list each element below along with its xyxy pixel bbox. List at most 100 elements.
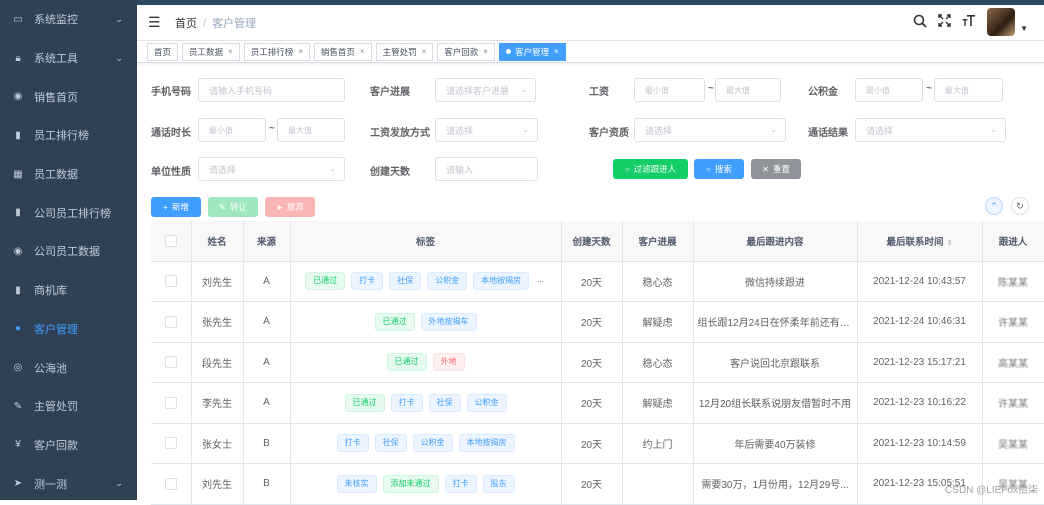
breadcrumb-home[interactable]: 首页 bbox=[175, 18, 197, 30]
phone-input[interactable]: 请输入手机号码 bbox=[198, 78, 345, 102]
chevron-down-icon: ⌄ bbox=[520, 85, 527, 94]
row-checkbox[interactable] bbox=[165, 478, 177, 490]
table-row[interactable]: 刘先生B未核实添加未通过打卡股东20天需要30万，1月份用，12月29号...2… bbox=[151, 464, 1044, 505]
salary-max-input[interactable]: 最大值 bbox=[715, 78, 781, 102]
sidebar-item-6[interactable]: ◉公司员工数据 bbox=[0, 232, 137, 271]
table-row[interactable]: 张先生A已通过外地按揭车20天解疑虑组长跟12月24日在怀柔年前还有资...20… bbox=[151, 302, 1044, 343]
customer-tag: 公积金 bbox=[413, 434, 453, 452]
unit-type-select[interactable]: 请选择⌄ bbox=[198, 157, 345, 181]
fullscreen-icon[interactable] bbox=[938, 14, 951, 30]
sidebar-item-3[interactable]: ▮员工排行榜 bbox=[0, 116, 137, 155]
select-all-checkbox[interactable] bbox=[165, 235, 177, 247]
created-days-cell: 20天 bbox=[561, 383, 622, 424]
table-row[interactable]: 段先生A已通过外地20天稳心态客户说回北京跟联系2021-12-23 15:17… bbox=[151, 342, 1044, 383]
tag-6[interactable]: 客户管理 × bbox=[499, 43, 566, 61]
send-icon: ➤ bbox=[276, 203, 283, 212]
table-row[interactable]: 刘先生A已通过打卡社保公积金本地按揭房...20天稳心态微信持续跟进2021-1… bbox=[151, 261, 1044, 302]
phone-placeholder: 请输入手机号码 bbox=[209, 84, 272, 97]
table-row[interactable]: 李先生A已通过打卡社保公积金20天解疑虑12月20组长联系说朋友借暂时不用202… bbox=[151, 383, 1044, 424]
close-icon[interactable]: × bbox=[298, 47, 303, 56]
bar-chart-icon: ▮ bbox=[12, 284, 24, 296]
progress-cell: 稳心态 bbox=[622, 261, 693, 302]
row-checkbox[interactable] bbox=[165, 397, 177, 409]
row-checkbox[interactable] bbox=[165, 437, 177, 449]
pay-method-label: 工资发放方式 bbox=[370, 124, 430, 139]
progress-select[interactable]: 请选择客户进展⌄ bbox=[435, 78, 536, 102]
name-cell: 刘先生 bbox=[191, 464, 243, 505]
row-checkbox[interactable] bbox=[165, 316, 177, 328]
sidebar-item-11[interactable]: ¥客户回款 bbox=[0, 426, 137, 465]
sidebar-item-1[interactable]: 🔒︎系统工具⌄ bbox=[0, 39, 137, 78]
fund-min-input[interactable]: 最小值 bbox=[855, 78, 923, 102]
sidebar-item-4[interactable]: ▦员工数据 bbox=[0, 155, 137, 194]
bar-chart-icon: ▮ bbox=[12, 207, 24, 219]
close-icon[interactable]: × bbox=[228, 47, 233, 56]
column-header: 最后跟进内容 bbox=[693, 221, 857, 261]
customer-tag: 外地按揭车 bbox=[421, 313, 477, 331]
column-header: 创建天数 bbox=[561, 221, 622, 261]
sidebar-item-7[interactable]: ▮商机库 bbox=[0, 271, 137, 310]
refresh-button[interactable]: ↻ bbox=[1011, 197, 1029, 215]
search-button[interactable]: ○搜索 bbox=[694, 159, 744, 179]
duration-min-input[interactable]: 最小值 bbox=[198, 118, 266, 142]
pay-method-select[interactable]: 请选择⌄ bbox=[435, 118, 538, 142]
refresh-icon: ↻ bbox=[1016, 201, 1024, 212]
salary-min-input[interactable]: 最小值 bbox=[634, 78, 705, 102]
row-checkbox[interactable] bbox=[165, 356, 177, 368]
send-icon: ➤ bbox=[12, 478, 24, 490]
search-icon[interactable] bbox=[913, 14, 927, 31]
qualification-select[interactable]: 请选择⌄ bbox=[634, 118, 786, 142]
sidebar-item-10[interactable]: ✎主管处罚 bbox=[0, 387, 137, 426]
column-header[interactable]: 最后联系时间⇕ bbox=[857, 221, 982, 261]
add-button[interactable]: +新增 bbox=[151, 197, 201, 217]
customer-tag: 已通过 bbox=[387, 353, 427, 371]
tag-label: 客户管理 bbox=[515, 46, 549, 58]
hamburger-icon[interactable]: ☰ bbox=[148, 14, 162, 31]
sidebar-item-label: 客户回款 bbox=[34, 437, 78, 453]
abandon-button[interactable]: ➤放弃 bbox=[265, 197, 315, 217]
fund-max-input[interactable]: 最大值 bbox=[934, 78, 1003, 102]
tag-1[interactable]: 员工数据× bbox=[182, 43, 240, 61]
main-content: 手机号码 请输入手机号码 客户进展 请选择客户进展⌄ 工资 最小值 ~ 最大值 … bbox=[137, 64, 1044, 500]
close-icon[interactable]: × bbox=[554, 47, 559, 56]
sidebar-item-0[interactable]: ▭系统监控⌄ bbox=[0, 0, 137, 39]
duration-max-input[interactable]: 最大值 bbox=[277, 118, 345, 142]
close-icon[interactable]: × bbox=[483, 47, 488, 56]
toggle-search-button[interactable]: ⌃ bbox=[985, 197, 1003, 215]
reset-button[interactable]: ✕重置 bbox=[751, 159, 801, 179]
created-days-cell: 20天 bbox=[561, 342, 622, 383]
call-result-label: 通话结果 bbox=[808, 124, 848, 139]
tag-5[interactable]: 客户回款× bbox=[437, 43, 495, 61]
source-cell: B bbox=[243, 464, 290, 505]
close-icon[interactable]: × bbox=[360, 47, 365, 56]
sidebar-item-5[interactable]: ▮公司员工排行榜 bbox=[0, 193, 137, 232]
tag-3[interactable]: 销售首页× bbox=[314, 43, 372, 61]
customer-tag: ... bbox=[535, 272, 546, 290]
filter-follower-button[interactable]: ○过滤跟进人 bbox=[613, 159, 688, 179]
caret-down-icon[interactable]: ▼ bbox=[1020, 24, 1028, 33]
table-row[interactable]: 张女士B打卡社保公积金本地按揭房20天约上门年后需要40万装修2021-12-2… bbox=[151, 423, 1044, 464]
sidebar-item-9[interactable]: ◎公海池 bbox=[0, 348, 137, 387]
tag-2[interactable]: 员工排行榜× bbox=[244, 43, 310, 61]
sort-icon[interactable]: ⇕ bbox=[947, 240, 953, 247]
sidebar-item-8[interactable]: ●客户管理 bbox=[0, 310, 137, 349]
font-size-icon[interactable] bbox=[962, 14, 976, 30]
tag-4[interactable]: 主管处罚× bbox=[376, 43, 434, 61]
close-icon[interactable]: × bbox=[422, 47, 427, 56]
created-days-input[interactable]: 请输入 bbox=[435, 157, 538, 181]
customer-tag: 本地按揭房 bbox=[473, 272, 529, 290]
transfer-button[interactable]: ✎转让 bbox=[208, 197, 258, 217]
tag-0[interactable]: 首页 bbox=[147, 43, 178, 61]
row-select-cell bbox=[151, 423, 191, 464]
column-header[interactable] bbox=[151, 221, 191, 261]
tags-cell: 已通过外地 bbox=[290, 342, 561, 383]
call-result-select[interactable]: 请选择⌄ bbox=[855, 118, 1006, 142]
lock-icon: 🔒︎ bbox=[12, 52, 24, 64]
close-icon: ✕ bbox=[762, 165, 769, 174]
name-cell: 刘先生 bbox=[191, 261, 243, 302]
sidebar-item-2[interactable]: ◉销售首页 bbox=[0, 77, 137, 116]
avatar[interactable] bbox=[987, 8, 1015, 36]
salary-label: 工资 bbox=[589, 83, 609, 98]
row-checkbox[interactable] bbox=[165, 275, 177, 287]
sidebar-item-12[interactable]: ➤测一测⌄ bbox=[0, 464, 137, 503]
